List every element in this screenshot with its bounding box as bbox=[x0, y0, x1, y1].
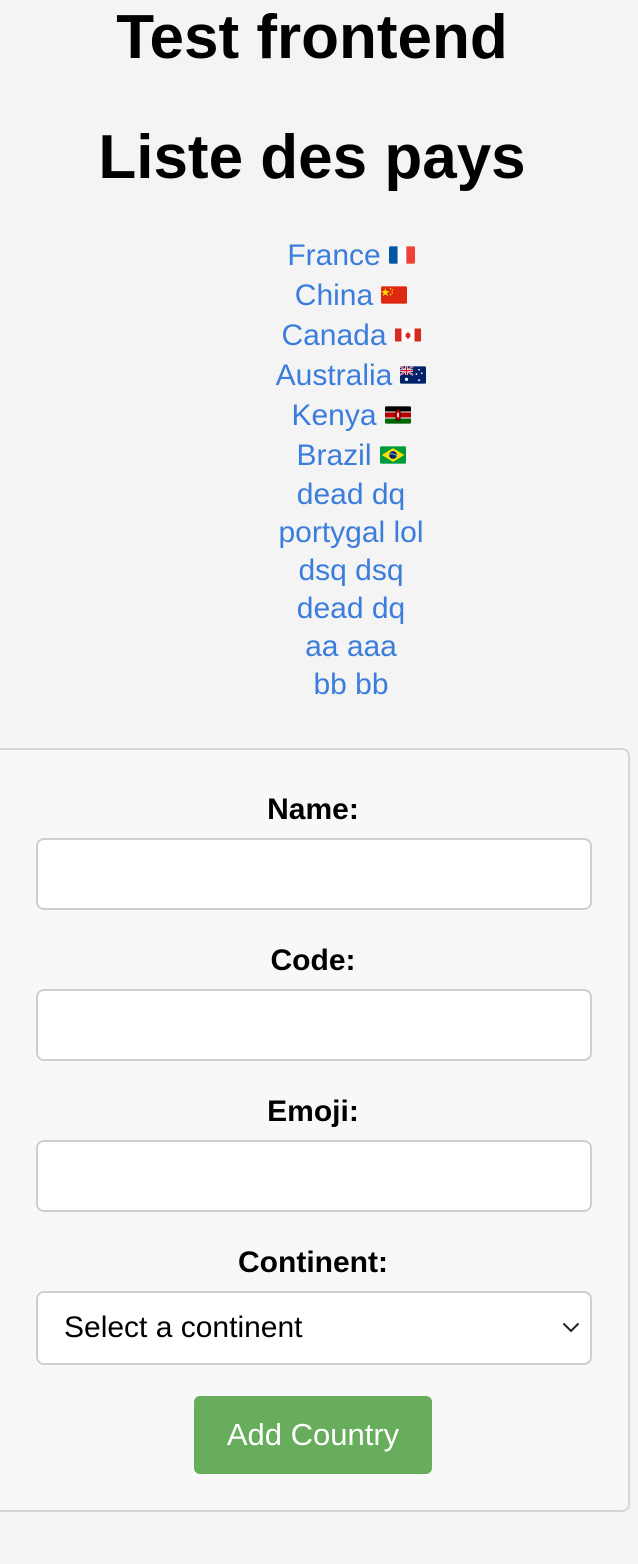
list-item: dead dq bbox=[0, 476, 638, 514]
list-item: dead dq bbox=[0, 590, 638, 628]
add-country-button[interactable]: Add Country bbox=[194, 1396, 432, 1474]
emoji-label: Emoji: bbox=[267, 1095, 359, 1128]
country-link[interactable]: portygal lol bbox=[278, 516, 423, 549]
chevron-down-icon bbox=[560, 1317, 582, 1344]
list-item: Australia bbox=[0, 356, 638, 396]
country-link-australia[interactable]: Australia bbox=[276, 359, 393, 392]
list-item: France bbox=[0, 236, 638, 276]
country-link-brazil[interactable]: Brazil bbox=[296, 439, 371, 472]
name-input[interactable] bbox=[36, 838, 592, 910]
list-item: Kenya bbox=[0, 396, 638, 436]
flag-brazil-icon bbox=[379, 446, 406, 464]
country-link[interactable]: dead dq bbox=[297, 478, 405, 511]
flag-france-icon bbox=[388, 246, 415, 264]
app-title: Test frontend bbox=[116, 3, 508, 72]
continent-select[interactable]: Select a continent bbox=[36, 1291, 592, 1365]
continent-label: Continent: bbox=[238, 1246, 388, 1279]
add-country-form: Name: Code: Emoji: Continent: Select a c… bbox=[0, 748, 630, 1512]
list-item: Canada bbox=[0, 316, 638, 356]
list-item: Brazil bbox=[0, 436, 638, 476]
name-label: Name: bbox=[267, 793, 359, 826]
country-list-title: Liste des pays bbox=[98, 123, 526, 192]
flag-china-icon bbox=[381, 286, 408, 304]
country-link[interactable]: aa aaa bbox=[305, 630, 397, 663]
country-link[interactable]: bb bb bbox=[313, 668, 388, 701]
continent-select-value: Select a continent bbox=[64, 1311, 303, 1344]
list-item: portygal lol bbox=[0, 514, 638, 552]
country-link-france[interactable]: France bbox=[287, 239, 380, 272]
code-input[interactable] bbox=[36, 989, 592, 1061]
country-link-kenya[interactable]: Kenya bbox=[291, 399, 376, 432]
list-item: aa aaa bbox=[0, 628, 638, 666]
list-item: dsq dsq bbox=[0, 552, 638, 590]
flag-kenya-icon bbox=[384, 406, 411, 424]
country-link[interactable]: dsq dsq bbox=[298, 554, 403, 587]
country-link-china[interactable]: China bbox=[295, 279, 373, 312]
emoji-input[interactable] bbox=[36, 1140, 592, 1212]
country-link[interactable]: dead dq bbox=[297, 592, 405, 625]
list-item: bb bb bbox=[0, 666, 638, 704]
flag-canada-icon bbox=[394, 326, 421, 344]
list-item: China bbox=[0, 276, 638, 316]
code-label: Code: bbox=[270, 944, 356, 977]
country-list: France China Canada Australia Kenya Braz… bbox=[0, 236, 638, 704]
flag-australia-icon bbox=[400, 366, 427, 384]
country-link-canada[interactable]: Canada bbox=[281, 319, 386, 352]
